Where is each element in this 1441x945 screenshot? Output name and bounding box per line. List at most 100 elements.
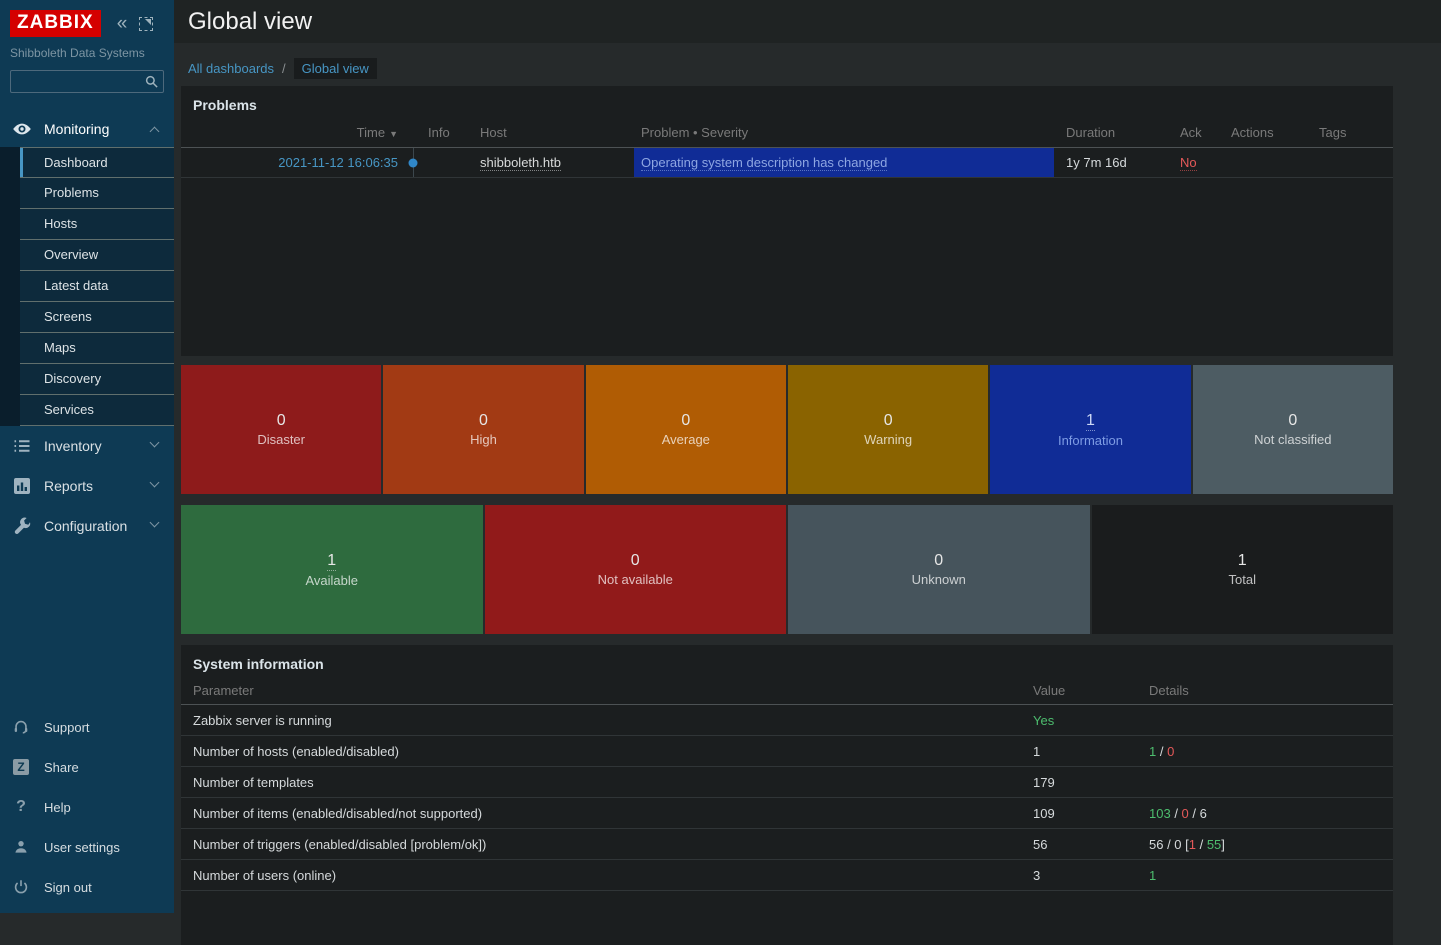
monitoring-submenu: Dashboard Problems Hosts Overview Latest… (0, 147, 174, 426)
system-information-panel: System information Parameter Value Detai… (181, 645, 1393, 945)
severity-card-disaster[interactable]: 0 Disaster (181, 365, 381, 494)
column-header-actions: Actions (1231, 125, 1319, 140)
severity-label: Information (1058, 433, 1123, 448)
sidebar-subitem-maps[interactable]: Maps (20, 333, 174, 364)
sysinfo-details: 1 (1149, 868, 1393, 883)
sidebar: ZABBIX « Shibboleth Data Systems Monitor… (0, 0, 174, 913)
sidebar-subitem-services[interactable]: Services (20, 395, 174, 426)
availability-card-unknown[interactable]: 0 Unknown (788, 505, 1090, 634)
sidebar-subitem-problems[interactable]: Problems (20, 178, 174, 209)
severity-count: 0 (1288, 412, 1297, 430)
severity-card-high[interactable]: 0 High (383, 365, 583, 494)
availability-card-total[interactable]: 1 Total (1092, 505, 1394, 634)
problems-panel: Problems Time▼ Info Host Problem • Sever… (181, 86, 1393, 356)
support-button[interactable]: Support (0, 707, 174, 747)
user-settings-button[interactable]: User settings (0, 827, 174, 867)
column-header-problem-severity: Problem • Severity (634, 118, 1054, 147)
column-header-parameter: Parameter (181, 683, 1033, 698)
sysinfo-value: Yes (1033, 713, 1149, 728)
help-button[interactable]: ? Help (0, 787, 174, 827)
column-header-info: Info (422, 125, 474, 140)
severity-label: Not classified (1254, 432, 1331, 447)
table-row: Zabbix server is running Yes (181, 705, 1393, 736)
top-bar: Global view (174, 0, 1441, 43)
table-row: Number of templates 179 (181, 767, 1393, 798)
timeline-dot-icon (409, 158, 418, 167)
collapse-sidebar-icon[interactable]: « (117, 14, 128, 33)
severity-label: Warning (864, 432, 912, 447)
availability-count-link[interactable]: 1 (327, 552, 336, 571)
severity-count-link[interactable]: 1 (1086, 412, 1095, 431)
sidebar-search (10, 70, 164, 93)
user-icon (12, 838, 30, 856)
search-input[interactable] (10, 70, 164, 93)
problems-table-header: Time▼ Info Host Problem • Severity Durat… (181, 118, 1393, 148)
availability-count: 0 (631, 552, 640, 570)
page-title: Global view (188, 8, 312, 36)
chevron-down-icon (150, 518, 160, 528)
sysinfo-parameter: Number of items (enabled/disabled/not su… (181, 806, 1033, 821)
list-icon (12, 436, 32, 456)
sidebar-footer: Support Z Share ? Help User settings (0, 707, 174, 913)
sidebar-subitem-overview[interactable]: Overview (20, 240, 174, 271)
column-header-ack: Ack (1178, 125, 1231, 140)
problem-ack-cell: No (1178, 155, 1231, 170)
problem-time-cell: 2021-11-12 16:06:35 (181, 155, 404, 170)
bar-chart-icon (12, 476, 32, 496)
sysinfo-details: 56 / 0 [1 / 55] (1149, 837, 1393, 852)
problem-row: 2021-11-12 16:06:35 shibboleth.htb Opera… (181, 148, 1393, 178)
sysinfo-parameter: Zabbix server is running (181, 713, 1033, 728)
chevron-down-icon (150, 438, 160, 448)
breadcrumb-all-dashboards[interactable]: All dashboards (188, 61, 274, 76)
share-button[interactable]: Z Share (0, 747, 174, 787)
severity-count: 0 (479, 412, 488, 430)
sidebar-item-monitoring[interactable]: Monitoring (0, 111, 174, 147)
sidebar-subitem-dashboard[interactable]: Dashboard (20, 147, 174, 178)
sign-out-button[interactable]: Sign out (0, 867, 174, 907)
sidebar-subitem-screens[interactable]: Screens (20, 302, 174, 333)
sysinfo-parameter: Number of templates (181, 775, 1033, 790)
sysinfo-value: 179 (1033, 775, 1149, 790)
severity-card-warning[interactable]: 0 Warning (788, 365, 988, 494)
availability-label: Total (1229, 572, 1256, 587)
headset-icon (12, 718, 30, 736)
severity-count: 0 (277, 412, 286, 430)
availability-label: Not available (598, 572, 673, 587)
sort-desc-icon: ▼ (389, 129, 398, 139)
host-link[interactable]: shibboleth.htb (480, 155, 561, 171)
breadcrumb-separator: / (282, 61, 286, 76)
sysinfo-details: 1 / 0 (1149, 744, 1393, 759)
severity-card-not-classified[interactable]: 0 Not classified (1193, 365, 1393, 494)
sidebar-item-reports[interactable]: Reports (0, 466, 174, 506)
sidebar-subitem-hosts[interactable]: Hosts (20, 209, 174, 240)
zabbix-logo[interactable]: ZABBIX (10, 10, 101, 37)
compact-sidebar-icon[interactable] (139, 17, 153, 31)
severity-label: Average (662, 432, 710, 447)
availability-card-available[interactable]: 1 Available (181, 505, 483, 634)
problem-link[interactable]: Operating system description has changed (641, 155, 887, 171)
ack-link[interactable]: No (1180, 155, 1197, 171)
problem-time-link[interactable]: 2021-11-12 16:06:35 (278, 155, 398, 170)
chevron-up-icon (150, 127, 160, 137)
severity-card-average[interactable]: 0 Average (586, 365, 786, 494)
zabbix-share-icon: Z (12, 758, 30, 776)
availability-card-not-available[interactable]: 0 Not available (485, 505, 787, 634)
sidebar-item-inventory[interactable]: Inventory (0, 426, 174, 466)
sysinfo-value: 3 (1033, 868, 1149, 883)
table-row: Number of items (enabled/disabled/not su… (181, 798, 1393, 829)
column-header-time[interactable]: Time▼ (181, 125, 404, 140)
sidebar-logo-row: ZABBIX « (0, 0, 174, 37)
availability-count: 0 (934, 552, 943, 570)
sidebar-item-configuration[interactable]: Configuration (0, 506, 174, 546)
severity-card-information[interactable]: 1 Information (990, 365, 1190, 494)
availability-label: Available (305, 573, 358, 588)
problems-panel-title: Problems (181, 86, 1393, 113)
share-label: Share (44, 760, 79, 775)
column-header-details: Details (1149, 683, 1393, 698)
chevron-down-icon (150, 478, 160, 488)
sidebar-subitem-latest-data[interactable]: Latest data (20, 271, 174, 302)
problem-severity-cell: Operating system description has changed (634, 148, 1054, 177)
sidebar-subitem-discovery[interactable]: Discovery (20, 364, 174, 395)
problems-by-severity-widget: 0 Disaster 0 High 0 Average 0 Warning 1 … (181, 365, 1393, 494)
breadcrumb-current[interactable]: Global view (294, 58, 377, 79)
